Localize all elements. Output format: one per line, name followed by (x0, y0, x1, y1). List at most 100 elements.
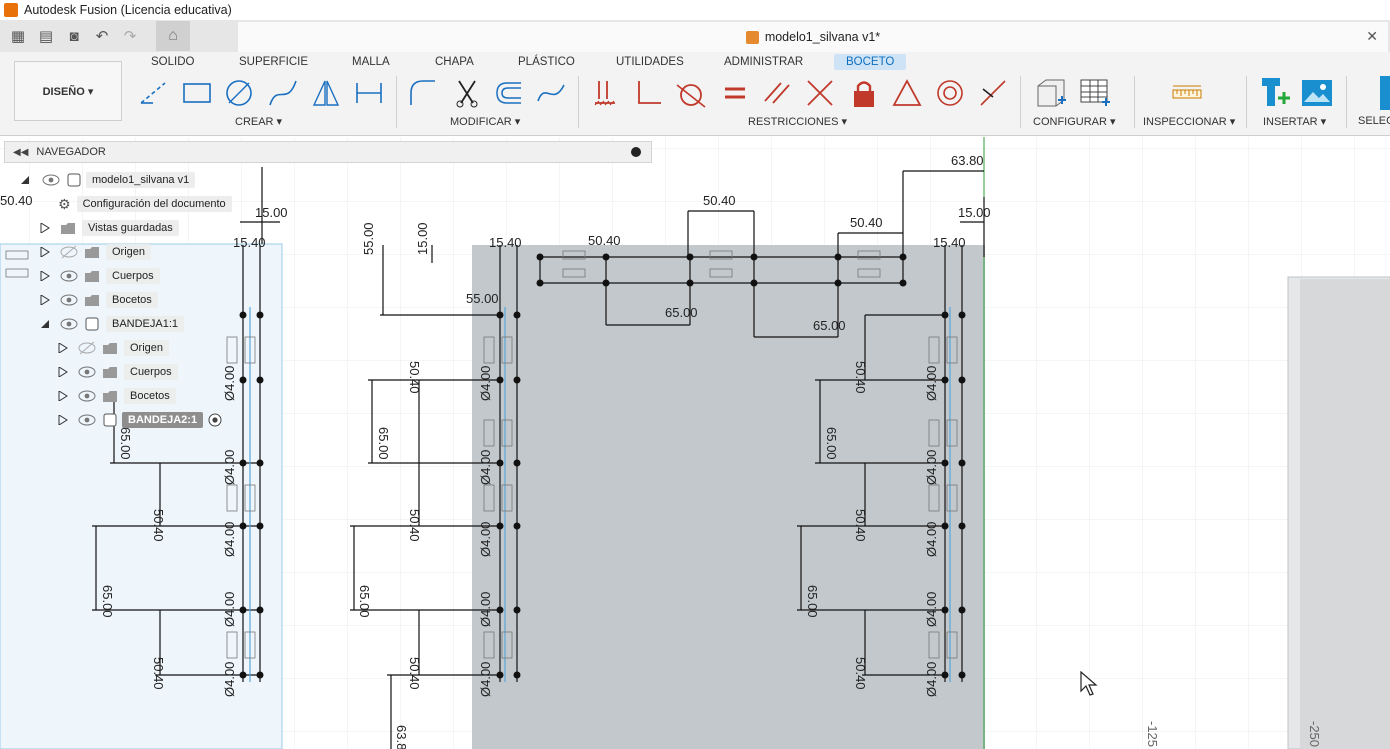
seleccionar-group-label[interactable]: SELEC (1358, 115, 1390, 127)
dimension-label[interactable]: 50.40 (407, 509, 422, 542)
tree-item-cuerpos-2[interactable]: Cuerpos (58, 361, 178, 383)
eye-hidden-icon[interactable] (60, 245, 78, 259)
dimension-label[interactable]: Ø4.00 (222, 366, 237, 401)
activate-radio-icon[interactable] (207, 412, 223, 428)
dimension-label[interactable]: 65.00 (357, 585, 372, 618)
eye-icon[interactable] (78, 413, 96, 427)
expand-arrow-icon[interactable] (40, 223, 50, 233)
expand-arrow-icon[interactable] (58, 343, 68, 353)
tab-solido[interactable]: SOLIDO (139, 54, 206, 70)
close-tab-icon[interactable]: ✕ (1366, 28, 1378, 45)
eye-icon[interactable] (60, 293, 78, 307)
midpoint-constraint-icon[interactable] (976, 76, 1010, 110)
dimension-label[interactable]: Ø4.00 (222, 592, 237, 627)
tree-item-origen[interactable]: Origen (40, 241, 152, 263)
tree-item-bandeja2[interactable]: BANDEJA2:1 (58, 409, 223, 431)
tab-boceto[interactable]: BOCETO (834, 54, 907, 70)
tangent-constraint-icon[interactable] (674, 76, 708, 110)
collapse-icon[interactable]: ◀◀ (13, 147, 28, 158)
tree-item-bocetos-2[interactable]: Bocetos (58, 385, 176, 407)
eye-icon[interactable] (78, 389, 96, 403)
dimension-label[interactable]: Ø4.00 (924, 366, 939, 401)
perpendicular-constraint-icon[interactable] (632, 76, 666, 110)
dimension-label[interactable]: Ø4.00 (478, 366, 493, 401)
tree-item-config[interactable]: ⚙ Configuración del documento (58, 193, 232, 215)
dimension-label[interactable]: 15.00 (958, 205, 991, 220)
dimension-label[interactable]: Ø4.00 (924, 522, 939, 557)
dimension-label[interactable]: 50.40 (407, 657, 422, 690)
fix-constraint-icon[interactable] (588, 76, 622, 110)
dimension-label[interactable]: 15.40 (489, 235, 522, 250)
dimension-label[interactable]: 55.00 (466, 291, 499, 306)
eye-icon[interactable] (60, 269, 78, 283)
eye-hidden-icon[interactable] (78, 341, 96, 355)
dimension-label[interactable]: 15.00 (255, 205, 288, 220)
dimension-label[interactable]: 50.40 (151, 509, 166, 542)
concentric-constraint-icon[interactable] (933, 76, 967, 110)
triangle-constraint-icon[interactable] (890, 76, 924, 110)
dimension-label[interactable]: Ø4.00 (478, 450, 493, 485)
spline-edit-tool-icon[interactable] (534, 76, 568, 110)
rectangle-tool-icon[interactable] (180, 76, 214, 110)
eye-icon[interactable] (60, 317, 78, 331)
fillet-tool-icon[interactable] (406, 76, 440, 110)
select-tool-icon[interactable] (1380, 76, 1390, 110)
crear-group-label[interactable]: CREAR ▾ (235, 115, 282, 128)
expand-arrow-icon[interactable] (58, 391, 68, 401)
table-config-icon[interactable] (1078, 76, 1112, 110)
expand-arrow-icon[interactable] (40, 271, 50, 281)
undo-icon[interactable]: ↶ (88, 22, 116, 50)
mirror-tool-icon[interactable] (309, 76, 343, 110)
collapse-arrow-icon[interactable] (20, 175, 30, 185)
home-icon[interactable]: ⌂ (156, 21, 190, 51)
collapse-arrow-icon[interactable] (40, 319, 50, 329)
dimension-label[interactable]: 50.40 (703, 193, 736, 208)
dimension-label[interactable]: Ø4.00 (478, 522, 493, 557)
dimension-label[interactable]: 50.40 (588, 233, 621, 248)
expand-arrow-icon[interactable] (40, 295, 50, 305)
tab-malla[interactable]: MALLA (340, 54, 402, 70)
dimension-label[interactable]: 65.00 (813, 318, 846, 333)
dimension-label[interactable]: 50.40 (853, 657, 868, 690)
offset-tool-icon[interactable] (492, 76, 526, 110)
dimension-label[interactable]: 63.8 (394, 725, 409, 749)
redo-icon[interactable]: ↷ (116, 22, 144, 50)
eye-icon[interactable] (42, 173, 60, 187)
eye-icon[interactable] (78, 365, 96, 379)
tree-item-origen-2[interactable]: Origen (58, 337, 170, 359)
save-icon[interactable]: ◙ (60, 22, 88, 50)
insert-bolt-icon[interactable] (1258, 76, 1292, 110)
parameters-box-icon[interactable] (1034, 76, 1068, 110)
tree-item-bandeja1[interactable]: BANDEJA1:1 (40, 313, 185, 335)
dimension-label[interactable]: Ø4.00 (478, 662, 493, 697)
sketch-canvas[interactable]: 63.80 50.40 50.40 15.00 15.40 50.40 15.4… (0, 137, 1390, 749)
lock-icon[interactable] (847, 76, 881, 110)
tree-item-root[interactable]: modelo1_silvana v1 (20, 169, 196, 191)
dimension-label[interactable]: Ø4.00 (924, 592, 939, 627)
document-tab[interactable]: modelo1_silvana v1* ✕ (238, 22, 1388, 52)
expand-arrow-icon[interactable] (58, 415, 68, 425)
configurar-group-label[interactable]: CONFIGURAR ▾ (1033, 115, 1116, 128)
dimension-label[interactable]: 63.80 (951, 153, 984, 168)
trim-tool-icon[interactable] (450, 76, 484, 110)
tree-item-cuerpos[interactable]: Cuerpos (40, 265, 160, 287)
dimension-label[interactable]: 65.00 (824, 427, 839, 460)
dimension-label[interactable]: 50.40 (151, 657, 166, 690)
dimension-label[interactable]: Ø4.00 (222, 662, 237, 697)
dimension-label[interactable]: 65.00 (376, 427, 391, 460)
file-menu-icon[interactable]: ▤ (32, 22, 60, 50)
dimension-label[interactable]: 15.40 (233, 235, 266, 250)
dimension-label[interactable]: 55.00 (361, 222, 376, 255)
dimension-label[interactable]: 65.00 (118, 427, 133, 460)
modificar-group-label[interactable]: MODIFICAR ▾ (450, 115, 520, 128)
dimension-label[interactable]: Ø4.00 (222, 522, 237, 557)
line-tool-icon[interactable] (136, 76, 170, 110)
tab-superficie[interactable]: SUPERFICIE (227, 54, 320, 70)
dimension-label[interactable]: 50.40 (0, 193, 33, 208)
minimize-icon[interactable] (631, 147, 641, 157)
coincident-constraint-icon[interactable] (803, 76, 837, 110)
parallel-constraint-icon[interactable] (760, 76, 794, 110)
navigator-panel-header[interactable]: ◀◀ NAVEGADOR (4, 141, 652, 163)
dimension-label[interactable]: 65.00 (805, 585, 820, 618)
tab-administrar[interactable]: ADMINISTRAR (712, 54, 815, 70)
